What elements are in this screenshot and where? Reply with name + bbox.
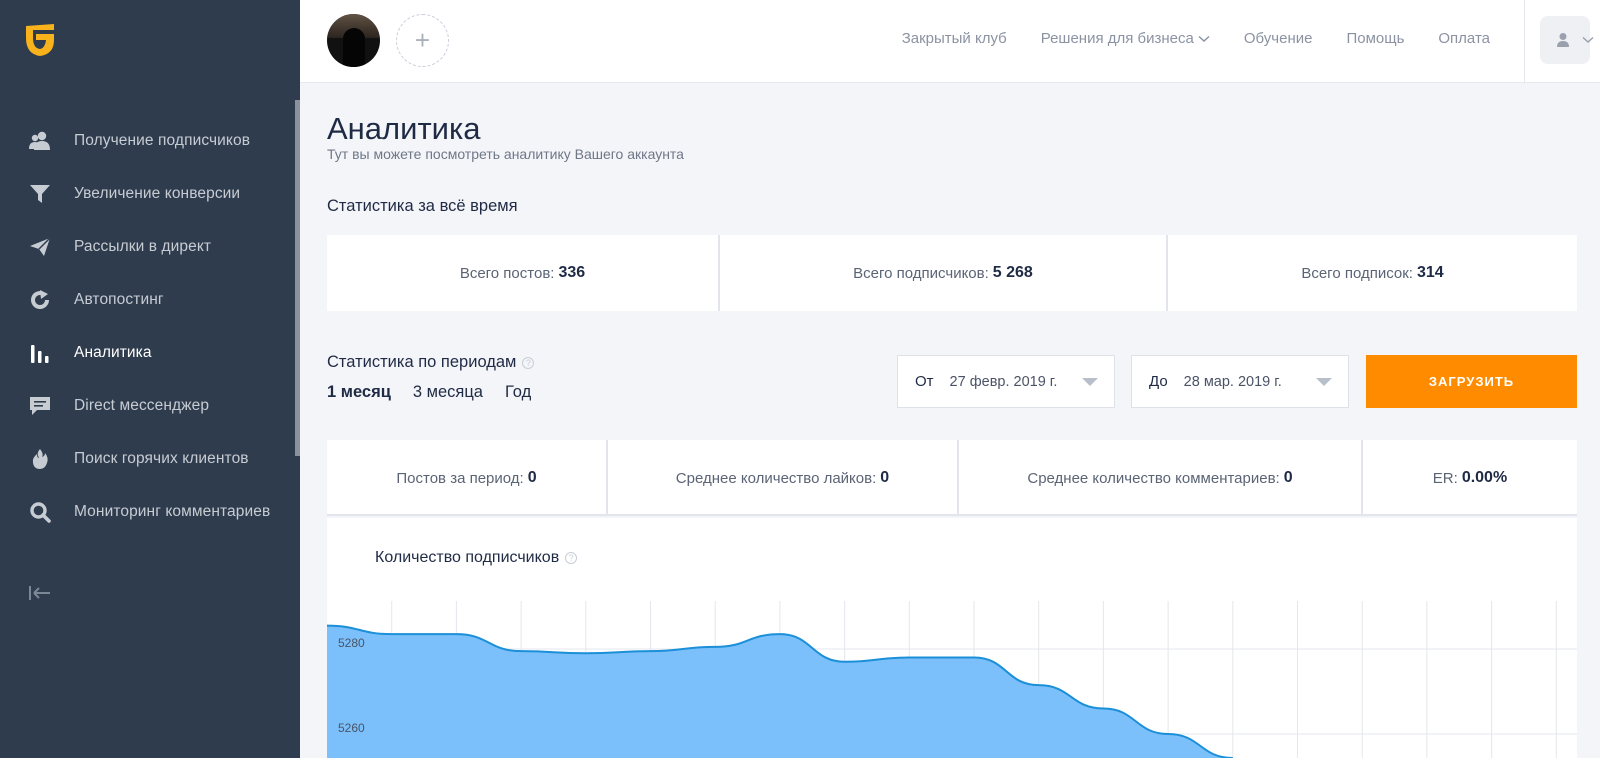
stat-avg-comments: Среднее количество комментариев: 0 [959, 440, 1363, 516]
stat-value: 0 [1283, 469, 1293, 486]
sidebar-item-label: Аналитика [74, 343, 152, 361]
search-icon [28, 500, 52, 524]
stat-label: Среднее количество комментариев: [1027, 469, 1280, 487]
date-from-value: 27 февр. 2019 г. [949, 373, 1058, 390]
sidebar-item-get-followers[interactable]: Получение подписчиков [0, 114, 295, 167]
collapse-sidebar-icon[interactable] [28, 583, 52, 603]
stat-total-following: Всего подписок: 314 [1168, 235, 1577, 311]
followers-chart-card: Количество подписчиков ? 5280 5260 [327, 518, 1577, 758]
stat-total-followers: Всего подписчиков: 5 268 [720, 235, 1168, 311]
tab-1-month[interactable]: 1 месяц [327, 383, 391, 402]
date-to-select[interactable]: До 28 мар. 2019 г. [1131, 355, 1349, 408]
stat-value: 336 [558, 264, 586, 281]
series-area [327, 625, 1233, 758]
plus-icon: + [414, 25, 431, 55]
user-menu-area [1524, 0, 1600, 83]
sidebar-item-direct-messenger[interactable]: Direct мессенджер [0, 379, 295, 432]
stat-avg-likes: Среднее количество лайков: 0 [608, 440, 959, 516]
stat-value: 314 [1416, 264, 1444, 281]
nav-business-solutions[interactable]: Решения для бизнеса [1041, 30, 1210, 47]
sidebar-item-analytics[interactable]: Аналитика [0, 326, 295, 379]
refresh-icon [28, 288, 52, 312]
user-icon [1557, 33, 1569, 47]
followers-chart: 5280 5260 [327, 601, 1577, 758]
dropdown-arrow-icon [1082, 378, 1098, 386]
period-stats-title: Статистика по периодам ? [327, 353, 535, 372]
paper-plane-icon [28, 235, 52, 259]
stat-label: Постов за период: [396, 469, 524, 487]
stat-value: 5 268 [992, 264, 1033, 281]
y-tick-label: 5280 [338, 636, 365, 650]
chart-title-text: Количество подписчиков [375, 549, 560, 566]
sidebar-item-label: Мониторинг комментариев [74, 502, 271, 520]
main-content: Аналитика Тут вы можете посмотреть анали… [300, 83, 1600, 758]
chart-title: Количество подписчиков ? [375, 549, 578, 567]
sidebar-item-label: Получение подписчиков [74, 131, 251, 149]
users-icon [28, 129, 52, 153]
sidebar-item-comment-monitoring[interactable]: Мониторинг комментариев [0, 485, 295, 538]
account-avatar[interactable] [327, 14, 380, 67]
stat-value: 0 [527, 469, 537, 486]
help-icon[interactable]: ? [565, 552, 578, 564]
stat-label: Всего подписчиков: [853, 264, 989, 282]
dropdown-arrow-icon [1316, 378, 1332, 386]
stat-er: ER: 0.00% [1363, 440, 1577, 516]
sidebar-item-direct-mailing[interactable]: Рассылки в директ [0, 220, 295, 273]
period-stats: Постов за период: 0 Среднее количество ла… [327, 440, 1577, 516]
sidebar: Получение подписчиков Увеличение конверс… [0, 0, 300, 758]
logo-icon[interactable] [22, 20, 58, 60]
stat-value: 0.00% [1461, 469, 1508, 486]
period-tabs: 1 месяц 3 месяца Год [327, 383, 531, 402]
stat-period-posts: Постов за период: 0 [327, 440, 608, 516]
date-to-label: До [1149, 373, 1168, 390]
bar-chart-icon [28, 341, 52, 365]
top-bar: + Закрытый клуб Решения для бизнеса Обуч… [300, 0, 1600, 83]
nav-closed-club[interactable]: Закрытый клуб [902, 30, 1007, 47]
help-icon[interactable]: ? [522, 356, 535, 369]
sidebar-item-hot-clients[interactable]: Поиск горячих клиентов [0, 432, 295, 485]
stat-label: Всего подписок: [1301, 264, 1413, 282]
nav-business-solutions-label: Решения для бизнеса [1040, 30, 1194, 47]
stat-label: Всего постов: [459, 264, 555, 282]
date-from-label: От [915, 373, 934, 390]
add-account-button[interactable]: + [396, 14, 449, 67]
message-icon [28, 394, 52, 418]
nav-education[interactable]: Обучение [1244, 30, 1313, 47]
tab-year[interactable]: Год [505, 383, 531, 402]
funnel-icon [28, 182, 52, 206]
sidebar-item-label: Увеличение конверсии [74, 184, 241, 202]
sidebar-item-label: Автопостинг [74, 290, 164, 308]
stat-label: Среднее количество лайков: [675, 469, 877, 487]
sidebar-nav: Получение подписчиков Увеличение конверс… [0, 114, 295, 538]
chevron-down-icon [1582, 36, 1594, 44]
page-title: Аналитика [327, 111, 481, 146]
sidebar-item-autoposting[interactable]: Автопостинг [0, 273, 295, 326]
nav-payment[interactable]: Оплата [1438, 30, 1490, 47]
all-time-stats-title: Статистика за всё время [327, 197, 518, 215]
nav-help[interactable]: Помощь [1346, 30, 1404, 47]
date-to-value: 28 мар. 2019 г. [1183, 373, 1282, 390]
user-menu-button[interactable] [1540, 16, 1594, 64]
chevron-down-icon [1198, 35, 1210, 42]
date-from-select[interactable]: От 27 февр. 2019 г. [897, 355, 1115, 408]
period-stats-title-text: Статистика по периодам [327, 353, 517, 371]
sidebar-item-conversion[interactable]: Увеличение конверсии [0, 167, 295, 220]
y-tick-label: 5260 [338, 721, 365, 735]
load-button[interactable]: ЗАГРУЗИТЬ [1366, 355, 1577, 408]
tab-3-months[interactable]: 3 месяца [413, 383, 483, 402]
stat-value: 0 [880, 469, 890, 486]
all-time-stats: Всего постов: 336 Всего подписчиков: 5 268… [327, 235, 1577, 311]
top-nav: Закрытый клуб Решения для бизнеса Обучен… [902, 30, 1490, 47]
sidebar-item-label: Рассылки в директ [74, 237, 212, 255]
sidebar-item-label: Поиск горячих клиентов [74, 449, 249, 467]
flame-icon [28, 447, 52, 471]
stat-total-posts: Всего постов: 336 [327, 235, 720, 311]
page-subtitle: Тут вы можете посмотреть аналитику Вашег… [327, 146, 684, 162]
sidebar-item-label: Direct мессенджер [74, 396, 210, 414]
stat-label: ER: [1432, 469, 1458, 487]
